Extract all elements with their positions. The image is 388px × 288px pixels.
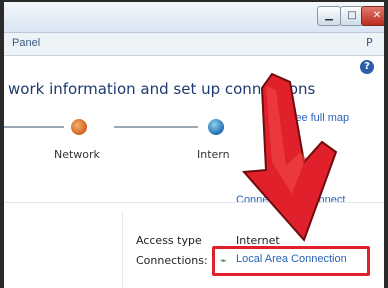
screen-edge xyxy=(384,0,388,288)
red-arrow-annotation xyxy=(241,72,338,242)
network-sharing-center-window: ▁ □ ✕ Panel P ? work information and set… xyxy=(4,2,388,288)
red-arrow-shape xyxy=(241,72,338,242)
